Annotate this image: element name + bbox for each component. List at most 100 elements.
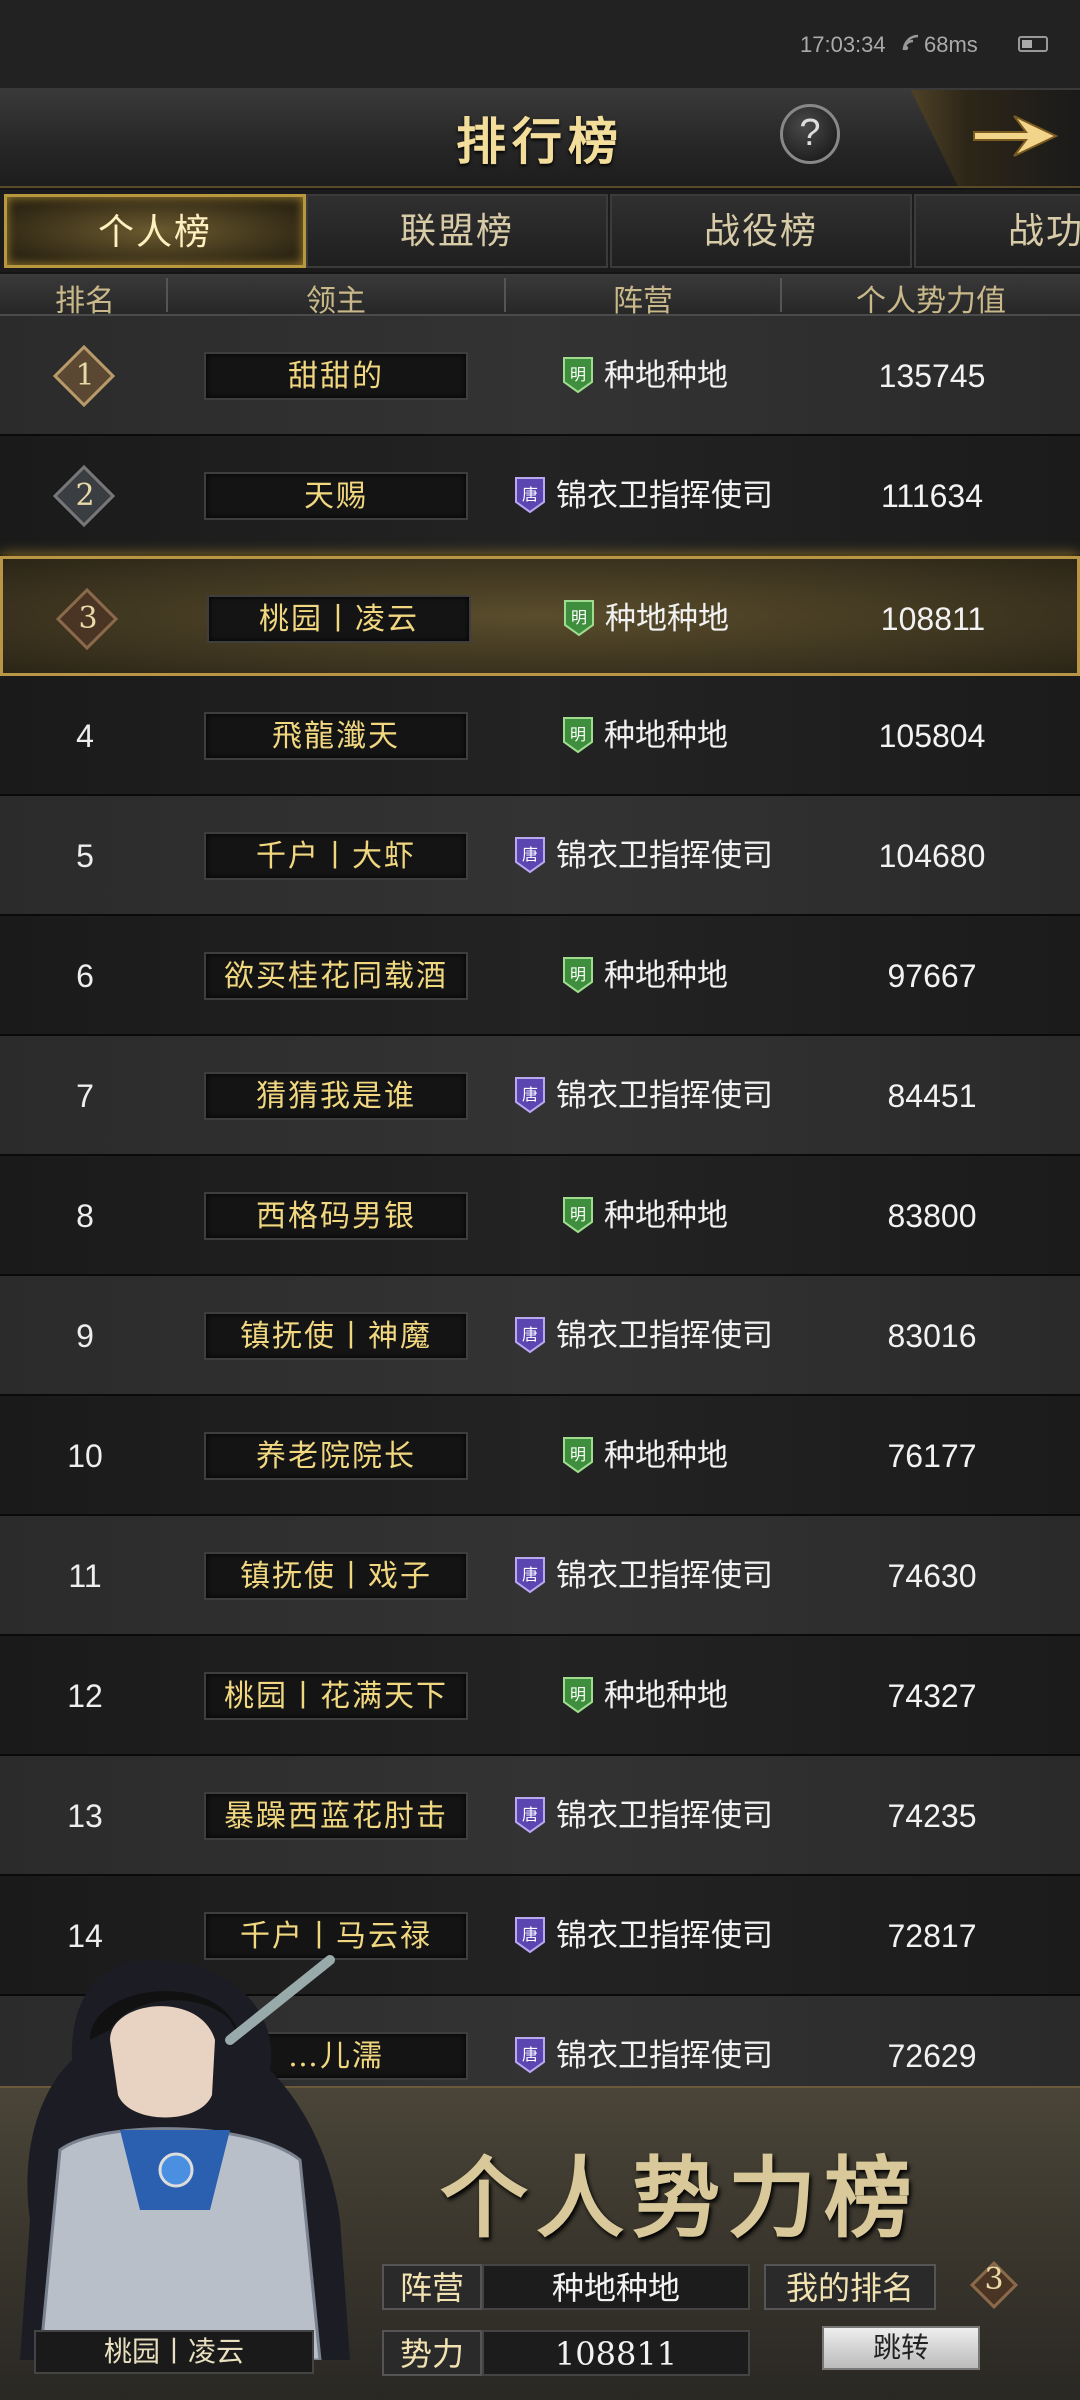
row-camp-name: 种地种地 bbox=[604, 1198, 728, 1234]
camp-value: 种地种地 bbox=[482, 2264, 750, 2310]
player-name-plate: 桃园丨凌云 bbox=[34, 2330, 314, 2374]
row-camp-name: 种地种地 bbox=[604, 358, 728, 394]
row-rank: 1 bbox=[75, 358, 95, 393]
row-power: 72817 bbox=[887, 1918, 977, 1954]
svg-text:明: 明 bbox=[570, 965, 586, 984]
tang-faction-icon: 唐 bbox=[515, 1556, 545, 1593]
row-camp-name: 锦衣卫指挥使司 bbox=[556, 1318, 773, 1354]
row-lord: 千户丨大虾 bbox=[204, 832, 468, 880]
ming-faction-icon: 明 bbox=[563, 356, 593, 393]
tang-faction-icon: 唐 bbox=[515, 2036, 545, 2073]
ming-faction-icon: 明 bbox=[563, 1436, 593, 1473]
row-lord: 欲买桂花同载酒 bbox=[204, 952, 468, 1000]
row-power: 74630 bbox=[887, 1558, 977, 1594]
row-camp: 明种地种地 bbox=[562, 316, 728, 436]
table-row[interactable]: 13 暴躁西蓝花肘击 唐锦衣卫指挥使司 74235 bbox=[0, 1756, 1080, 1876]
row-power: 74327 bbox=[887, 1678, 977, 1714]
help-button[interactable]: ? bbox=[780, 104, 840, 164]
tab-personal[interactable]: 个人榜 bbox=[4, 194, 306, 268]
ming-faction-icon: 明 bbox=[564, 599, 594, 636]
row-rank: 2 bbox=[75, 478, 95, 513]
row-lord: 镇抚使丨戏子 bbox=[204, 1552, 468, 1600]
svg-text:唐: 唐 bbox=[522, 485, 538, 504]
my-rank-value: 3 bbox=[984, 2262, 1004, 2297]
row-rank: 6 bbox=[76, 958, 94, 994]
row-lord: 桃园丨花满天下 bbox=[204, 1672, 468, 1720]
ranking-list: 1 甜甜的 明种地种地 135745 2 天赐 唐锦衣卫指挥使司 111634 … bbox=[0, 316, 1080, 2086]
table-row[interactable]: 12 桃园丨花满天下 明种地种地 74327 bbox=[0, 1636, 1080, 1756]
table-row[interactable]: 5 千户丨大虾 唐锦衣卫指挥使司 104680 bbox=[0, 796, 1080, 916]
row-camp-name: 锦衣卫指挥使司 bbox=[556, 1558, 773, 1594]
svg-text:明: 明 bbox=[571, 608, 587, 627]
row-camp-name: 种地种地 bbox=[605, 601, 729, 637]
page-title: 排行榜 bbox=[456, 112, 624, 171]
my-rank-label: 我的排名 bbox=[764, 2264, 936, 2310]
camp-label: 阵营 bbox=[382, 2264, 482, 2310]
svg-text:唐: 唐 bbox=[522, 1805, 538, 1824]
row-power: 135745 bbox=[878, 358, 986, 394]
table-row[interactable]: 7 猜猜我是谁 唐锦衣卫指挥使司 84451 bbox=[0, 1036, 1080, 1156]
character-portrait bbox=[20, 1955, 350, 2360]
power-label: 势力 bbox=[382, 2330, 482, 2376]
tang-faction-icon: 唐 bbox=[515, 1916, 545, 1953]
row-lord: 飛龍瀸天 bbox=[204, 712, 468, 760]
row-power: 74235 bbox=[887, 1798, 977, 1834]
jump-button[interactable]: 跳转 bbox=[822, 2326, 980, 2370]
row-camp-name: 锦衣卫指挥使司 bbox=[556, 478, 773, 514]
tang-faction-icon: 唐 bbox=[515, 1076, 545, 1113]
ming-faction-icon: 明 bbox=[563, 716, 593, 753]
row-rank: 5 bbox=[76, 838, 94, 874]
page-header: 排行榜 ? bbox=[0, 88, 1080, 188]
row-rank: 7 bbox=[76, 1078, 94, 1114]
row-camp-name: 锦衣卫指挥使司 bbox=[556, 2038, 773, 2074]
row-rank: 11 bbox=[68, 1558, 102, 1594]
status-ping: 68ms bbox=[924, 32, 978, 57]
row-lord: 西格码男银 bbox=[204, 1192, 468, 1240]
column-camp: 阵营 bbox=[613, 284, 673, 319]
row-lord: 养老院院长 bbox=[204, 1432, 468, 1480]
tang-faction-icon: 唐 bbox=[515, 476, 545, 513]
row-camp: 唐锦衣卫指挥使司 bbox=[514, 1876, 773, 1996]
row-power: 83800 bbox=[887, 1198, 977, 1234]
svg-text:唐: 唐 bbox=[522, 1325, 538, 1344]
tang-faction-icon: 唐 bbox=[515, 1316, 545, 1353]
signal-icon bbox=[902, 34, 919, 51]
row-lord: 镇抚使丨神魔 bbox=[204, 1312, 468, 1360]
row-power: 76177 bbox=[887, 1438, 977, 1474]
tang-faction-icon: 唐 bbox=[515, 1796, 545, 1833]
row-lord: 天赐 bbox=[204, 472, 468, 520]
table-row-current-player[interactable]: 3 桃园丨凌云 明种地种地 108811 bbox=[0, 556, 1080, 676]
column-lord: 领主 bbox=[306, 284, 366, 319]
row-lord: 暴躁西蓝花肘击 bbox=[204, 1792, 468, 1840]
row-lord: 猜猜我是谁 bbox=[204, 1072, 468, 1120]
column-rank: 排名 bbox=[55, 284, 115, 319]
table-row[interactable]: 10 养老院院长 明种地种地 76177 bbox=[0, 1396, 1080, 1516]
table-row[interactable]: 1 甜甜的 明种地种地 135745 bbox=[0, 316, 1080, 436]
row-camp-name: 种地种地 bbox=[604, 958, 728, 994]
table-row[interactable]: 4 飛龍瀸天 明种地种地 105804 bbox=[0, 676, 1080, 796]
table-row[interactable]: 6 欲买桂花同载酒 明种地种地 97667 bbox=[0, 916, 1080, 1036]
tab-bar: 个人榜 联盟榜 战役榜 战功 bbox=[0, 190, 1080, 272]
svg-text:唐: 唐 bbox=[522, 1565, 538, 1584]
table-row[interactable]: 8 西格码男银 明种地种地 83800 bbox=[0, 1156, 1080, 1276]
tab-alliance[interactable]: 联盟榜 bbox=[306, 194, 608, 268]
row-power: 72629 bbox=[887, 2038, 977, 2074]
row-rank: 13 bbox=[67, 1798, 103, 1834]
row-camp-name: 锦衣卫指挥使司 bbox=[556, 1078, 773, 1114]
row-camp: 明种地种地 bbox=[562, 1636, 728, 1756]
row-camp-name: 种地种地 bbox=[604, 1678, 728, 1714]
row-camp-name: 锦衣卫指挥使司 bbox=[556, 1918, 773, 1954]
svg-text:明: 明 bbox=[570, 1205, 586, 1224]
table-row[interactable]: 9 镇抚使丨神魔 唐锦衣卫指挥使司 83016 bbox=[0, 1276, 1080, 1396]
row-camp-name: 锦衣卫指挥使司 bbox=[556, 838, 773, 874]
tab-merit[interactable]: 战功 bbox=[914, 194, 1080, 268]
row-rank: 9 bbox=[76, 1318, 94, 1354]
table-row[interactable]: 2 天赐 唐锦衣卫指挥使司 111634 bbox=[0, 436, 1080, 556]
tab-campaign[interactable]: 战役榜 bbox=[610, 194, 912, 268]
svg-text:唐: 唐 bbox=[522, 1085, 538, 1104]
row-camp: 唐锦衣卫指挥使司 bbox=[514, 436, 773, 556]
row-power: 84451 bbox=[887, 1078, 977, 1114]
table-row[interactable]: 11 镇抚使丨戏子 唐锦衣卫指挥使司 74630 bbox=[0, 1516, 1080, 1636]
row-camp: 唐锦衣卫指挥使司 bbox=[514, 1036, 773, 1156]
row-camp: 明种地种地 bbox=[563, 559, 729, 679]
